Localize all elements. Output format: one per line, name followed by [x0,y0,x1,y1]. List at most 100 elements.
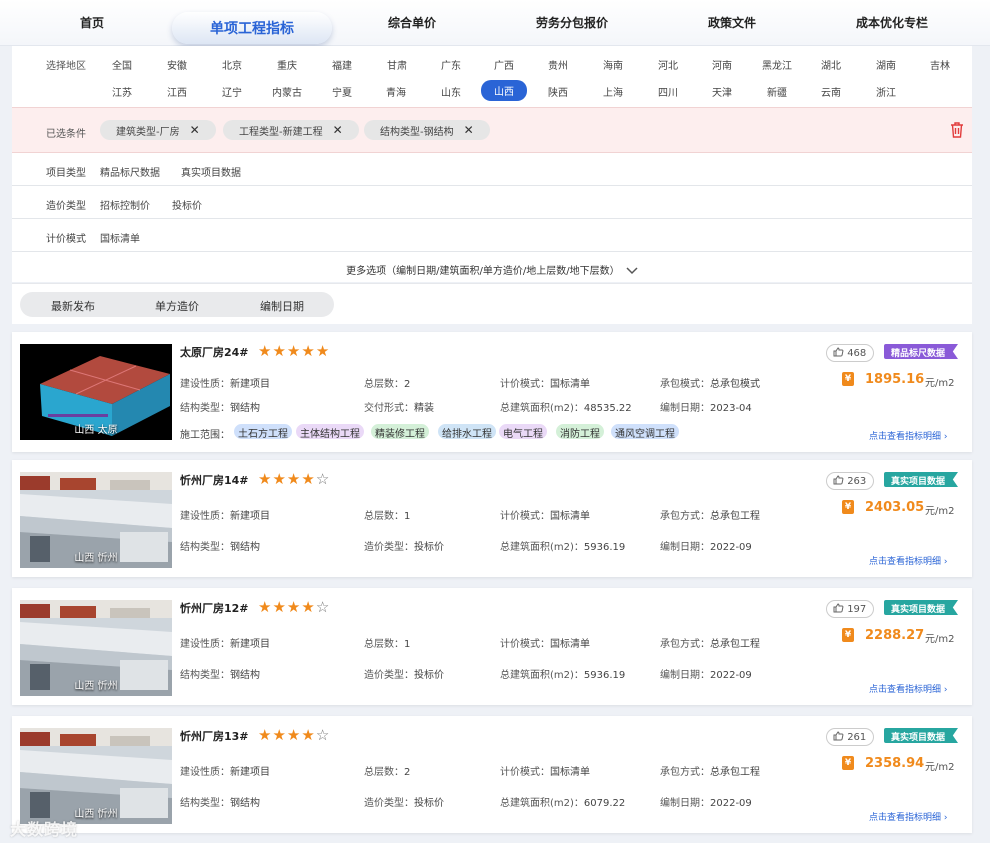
project-title[interactable]: 忻州厂房14# [180,472,249,488]
region-r1-4[interactable]: 福建 [332,57,352,72]
project-card[interactable]: 山西 太原 太原厂房24# ★★★★★ 建设性质：新建项目 总层数：2 计价模式：国标清单… [12,332,972,452]
option-bid-price[interactable]: 投标价 [172,197,202,212]
view-detail-link[interactable]: 点击查看指标明细 › [869,554,948,567]
sort-unit-cost[interactable]: 单方造价 [155,298,199,314]
price-icon: ¥ [842,372,854,386]
project-card[interactable]: 山西 忻州 忻州厂房13# ★★★★☆ 建设性质：新建项目 总层数：2 计价模式：国标清单… [12,716,972,833]
filter-chip: 结构类型-钢结构 ✕ [364,120,490,140]
option-bid-control[interactable]: 招标控制价 [100,197,150,212]
option-fine-data[interactable]: 精品标尺数据 [100,164,160,179]
region-r1-9[interactable]: 海南 [603,57,623,72]
region-r1-12[interactable]: 黑龙江 [762,57,792,72]
region-r1-10[interactable]: 河北 [658,57,678,72]
region-r2-7[interactable]: 山西 [481,80,527,101]
region-r1-3[interactable]: 重庆 [277,57,297,72]
nav-unit-price[interactable]: 综合单价 [388,14,436,31]
star-filled-icon: ★ [272,598,287,616]
star-filled-icon: ★ [286,726,302,744]
like-button[interactable]: 468 [826,344,875,362]
star-empty-icon: ☆ [315,470,331,488]
thumbs-up-icon [833,347,844,357]
like-button[interactable]: 261 [826,728,875,746]
nav-policy[interactable]: 政策文件 [708,14,756,31]
project-title[interactable]: 忻州厂房12# [180,600,249,616]
like-button[interactable]: 263 [826,472,875,490]
region-r1-13[interactable]: 湖北 [821,57,841,72]
option-real-data[interactable]: 真实项目数据 [181,164,241,179]
region-r2-4[interactable]: 宁夏 [332,84,352,99]
project-title[interactable]: 忻州厂房13# [180,728,249,744]
chevron-right-icon: › [943,685,948,695]
field: 总层数：1 [364,511,411,522]
region-r1-2[interactable]: 北京 [222,57,242,72]
view-detail-link[interactable]: 点击查看指标明细 › [869,682,948,695]
region-r1-1[interactable]: 安徽 [167,57,187,72]
nav-cost-column[interactable]: 成本优化专栏 [856,14,928,31]
nav-home[interactable]: 首页 [80,14,104,31]
project-thumbnail[interactable]: 山西 忻州 [20,600,172,696]
sort-date[interactable]: 编制日期 [260,298,304,314]
region-r1-5[interactable]: 甘肃 [387,57,407,72]
thumbs-up-icon [833,731,844,741]
chevron-right-icon: › [943,557,948,567]
field: 承包模式：总承包模式 [660,379,760,390]
project-card[interactable]: 山西 忻州 忻州厂房14# ★★★★☆ 建设性质：新建项目 总层数：1 计价模式：国标清单… [12,460,972,577]
region-r2-11[interactable]: 天津 [712,84,732,99]
scope-tag: 土石方工程 [234,424,292,440]
region-r1-6[interactable]: 广东 [441,57,461,72]
region-r2-9[interactable]: 上海 [603,84,623,99]
nav-single-project-index[interactable]: 单项工程指标 [172,12,332,44]
option-national-list[interactable]: 国标清单 [100,230,140,245]
region-r1-0[interactable]: 全国 [112,57,132,72]
region-r2-14[interactable]: 浙江 [876,84,896,99]
field: 总层数：2 [364,379,411,390]
project-thumbnail[interactable]: 山西 忻州 [20,472,172,568]
field: 编制日期：2022-09 [660,542,752,553]
region-r2-6[interactable]: 山东 [441,84,461,99]
region-r1-7[interactable]: 广西 [494,57,514,72]
region-r1-8[interactable]: 贵州 [548,57,568,72]
region-r1-11[interactable]: 河南 [712,57,732,72]
like-button[interactable]: 197 [826,600,875,618]
region-r2-0[interactable]: 江苏 [112,84,132,99]
price-unit: 元/m2 [925,378,955,389]
star-filled-icon: ★ [258,598,273,616]
region-r2-2[interactable]: 辽宁 [222,84,242,99]
nav-labor-quote[interactable]: 劳务分包报价 [536,14,608,31]
region-r2-3[interactable]: 内蒙古 [272,84,302,99]
star-empty-icon: ☆ [315,598,331,616]
region-r2-1[interactable]: 江西 [167,84,187,99]
filter-cost-type: 造价类型 招标控制价 投标价 [12,186,972,219]
chevron-right-icon: › [943,813,948,823]
view-detail-link[interactable]: 点击查看指标明细 › [869,429,948,442]
region-r2-12[interactable]: 新疆 [767,84,787,99]
field: 造价类型：投标价 [364,542,444,553]
remove-chip-icon[interactable]: ✕ [333,123,343,137]
region-r2-13[interactable]: 云南 [821,84,841,99]
region-r2-5[interactable]: 青海 [386,84,406,99]
project-card[interactable]: 山西 忻州 忻州厂房12# ★★★★☆ 建设性质：新建项目 总层数：1 计价模式：国标清单… [12,588,972,705]
remove-chip-icon[interactable]: ✕ [464,123,474,137]
project-thumbnail[interactable]: 山西 忻州 [20,728,172,824]
more-options[interactable]: 更多选项（编制日期/建筑面积/单方造价/地上层数/地下层数） [12,252,972,282]
project-thumbnail[interactable]: 山西 太原 [20,344,172,440]
thumb-location: 山西 忻州 [74,681,118,692]
data-type-badge: 真实项目数据 [884,600,958,615]
selected-label: 已选条件 [46,129,86,140]
project-title[interactable]: 太原厂房24# [180,344,249,360]
star-filled-icon: ★ [315,342,331,360]
view-detail-link[interactable]: 点击查看指标明细 › [869,810,948,823]
field: 结构类型：钢结构 [180,403,260,414]
region-r2-10[interactable]: 四川 [658,84,678,99]
trash-icon[interactable] [950,122,964,138]
rating-stars: ★★★★☆ [258,726,330,744]
remove-chip-icon[interactable]: ✕ [190,123,200,137]
watermark: 大数跨境 [10,820,79,839]
region-r1-14[interactable]: 湖南 [876,57,896,72]
star-filled-icon: ★ [301,726,316,744]
region-r1-15[interactable]: 吉林 [930,57,950,72]
sort-latest[interactable]: 最新发布 [51,298,95,314]
filter-chip: 工程类型-新建工程 ✕ [223,120,359,140]
field: 总建筑面积(m2)：6079.22 [500,798,626,809]
region-r2-8[interactable]: 陕西 [548,84,568,99]
